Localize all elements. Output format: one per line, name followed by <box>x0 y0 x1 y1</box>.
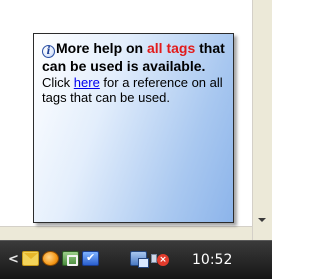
taskbar-clock[interactable]: 10:52 <box>192 252 252 268</box>
volume-muted-icon[interactable]: × <box>151 251 171 266</box>
heading-red-text: all tags <box>147 40 196 56</box>
body-text-before-link: Click <box>42 75 74 90</box>
show-hidden-icons-chevron-icon[interactable]: < <box>8 253 19 266</box>
scroll-down-arrow-icon[interactable] <box>258 218 266 222</box>
here-link[interactable]: here <box>74 75 100 90</box>
orange-app-icon[interactable] <box>42 251 59 266</box>
scrollbar-strip[interactable] <box>252 0 272 240</box>
grid-app-icon[interactable] <box>62 251 79 266</box>
heading-part1: More help on <box>56 40 147 56</box>
network-icon[interactable] <box>130 251 149 268</box>
info-icon: i <box>42 45 55 58</box>
mail-icon[interactable] <box>22 251 39 266</box>
balloon-body: Click here for a reference on all tags t… <box>42 75 227 105</box>
window-bottom-band <box>0 226 252 240</box>
muted-x-icon: × <box>157 254 169 266</box>
balloon-heading: i More help on all tags that can be used … <box>42 40 227 74</box>
help-balloon-tooltip[interactable]: i More help on all tags that can be used … <box>33 33 234 223</box>
check-app-icon[interactable] <box>82 251 99 266</box>
